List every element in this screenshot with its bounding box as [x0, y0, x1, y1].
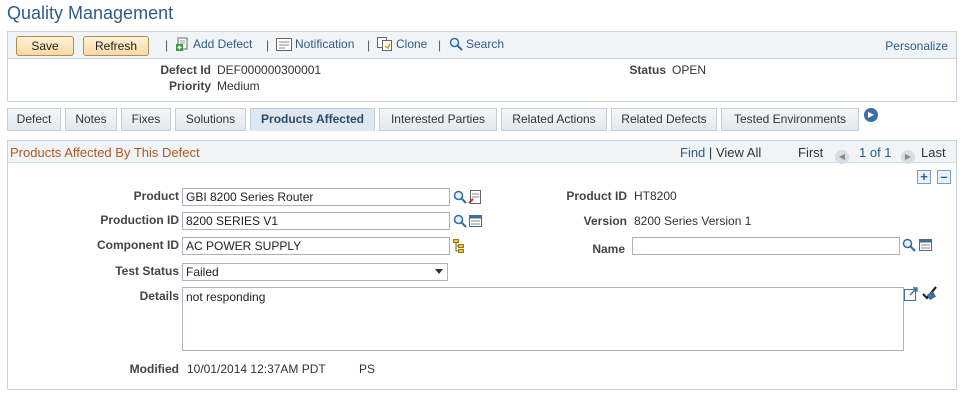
- tab-related-actions[interactable]: Related Actions: [501, 108, 607, 131]
- clone-label: Clone: [396, 37, 428, 51]
- save-button[interactable]: Save: [16, 36, 74, 56]
- grid-navigation: Find | View All: [680, 145, 761, 160]
- defect-id-label: Defect Id: [160, 63, 211, 77]
- toolbar-separator: |: [266, 38, 270, 52]
- search-link[interactable]: Search: [449, 37, 504, 51]
- section-title: Products Affected By This Defect: [10, 145, 200, 160]
- test-status-select[interactable]: Failed: [182, 263, 448, 281]
- defect-header: Defect Id DEF000000300001 Priority Mediu…: [7, 59, 957, 102]
- clone-icon: [377, 37, 392, 51]
- name-detail-icon[interactable]: [918, 238, 932, 252]
- clone-link[interactable]: Clone: [377, 37, 427, 51]
- add-document-icon: [176, 37, 188, 51]
- next-icon[interactable]: ▶: [901, 145, 915, 164]
- toolbar-separator: |: [367, 38, 371, 52]
- name-lookup-icon[interactable]: [902, 238, 916, 252]
- toolbar-separator: |: [438, 38, 442, 52]
- status-label: Status: [629, 63, 666, 77]
- add-row-icon[interactable]: +: [917, 170, 931, 184]
- add-defect-link[interactable]: Add Defect: [176, 37, 252, 51]
- tab-fixes[interactable]: Fixes: [121, 108, 171, 131]
- product-detail-icon[interactable]: [468, 190, 482, 204]
- notification-link[interactable]: Notification: [276, 37, 354, 51]
- last-label: Last: [921, 145, 946, 160]
- details-textarea[interactable]: not responding: [182, 287, 904, 351]
- production-id-lookup-icon[interactable]: [453, 214, 467, 228]
- refresh-button[interactable]: Refresh: [83, 36, 149, 56]
- product-id-label: Product ID: [566, 189, 627, 203]
- modified-by-value: PS: [359, 362, 376, 376]
- search-icon: [449, 37, 463, 51]
- notification-icon: [276, 37, 292, 51]
- notification-label: Notification: [295, 37, 355, 51]
- tab-notes[interactable]: Notes: [65, 108, 117, 131]
- name-field[interactable]: [632, 237, 900, 255]
- toolbar-separator: |: [165, 38, 169, 52]
- products-affected-section: Products Affected By This Defect Find | …: [7, 140, 957, 390]
- nav-separator: |: [708, 145, 713, 160]
- component-id-label: Component ID: [97, 238, 179, 252]
- modified-value: 10/01/2014 12:37AM PDT: [187, 362, 326, 376]
- view-all-link[interactable]: View All: [716, 145, 761, 160]
- section-header: Products Affected By This Defect Find | …: [8, 141, 956, 164]
- search-label: Search: [466, 37, 505, 51]
- production-id-field[interactable]: 8200 SERIES V1: [182, 212, 450, 230]
- product-id-value: HT8200: [634, 189, 677, 203]
- product-lookup-icon[interactable]: [453, 190, 467, 204]
- defect-id-value: DEF000000300001: [217, 63, 322, 77]
- name-label: Name: [592, 242, 625, 256]
- row-counter: 1 of 1: [859, 145, 892, 160]
- status-value: OPEN: [672, 63, 707, 77]
- priority-label: Priority: [168, 79, 211, 93]
- chevron-down-icon: [435, 269, 443, 274]
- tab-interested-parties[interactable]: Interested Parties: [379, 108, 497, 131]
- expand-textarea-icon[interactable]: [904, 287, 918, 301]
- add-defect-label: Add Defect: [193, 37, 253, 51]
- details-label: Details: [139, 289, 179, 303]
- test-status-label: Test Status: [115, 264, 179, 278]
- modified-label: Modified: [129, 362, 179, 376]
- priority-value: Medium: [217, 79, 260, 93]
- tab-products-affected[interactable]: Products Affected: [250, 108, 375, 131]
- tab-scroll-right-icon[interactable]: ▶: [864, 108, 878, 122]
- product-label: Product: [133, 189, 179, 203]
- component-id-field[interactable]: AC POWER SUPPLY: [182, 237, 450, 255]
- toolbar: Save Refresh | Add Defect | Notification…: [7, 31, 957, 59]
- tab-tested-environments[interactable]: Tested Environments: [721, 108, 859, 131]
- product-field[interactable]: GBI 8200 Series Router: [182, 188, 450, 206]
- tab-related-defects[interactable]: Related Defects: [611, 108, 717, 131]
- previous-icon[interactable]: ◀: [835, 145, 849, 164]
- delete-row-icon[interactable]: –: [937, 170, 951, 184]
- version-value: 8200 Series Version 1: [634, 214, 752, 228]
- spell-check-icon[interactable]: [921, 285, 937, 301]
- page-title: Quality Management: [7, 3, 174, 23]
- production-id-label: Production ID: [100, 213, 179, 227]
- first-label: First: [798, 145, 824, 160]
- personalize-link[interactable]: Personalize: [885, 39, 948, 53]
- tab-defect[interactable]: Defect: [7, 108, 61, 131]
- test-status-value: Failed: [186, 265, 219, 279]
- tab-solutions[interactable]: Solutions: [175, 108, 246, 131]
- version-label: Version: [583, 214, 627, 228]
- component-tree-icon[interactable]: [453, 239, 467, 253]
- find-link[interactable]: Find: [680, 145, 705, 160]
- production-id-detail-icon[interactable]: [468, 214, 482, 228]
